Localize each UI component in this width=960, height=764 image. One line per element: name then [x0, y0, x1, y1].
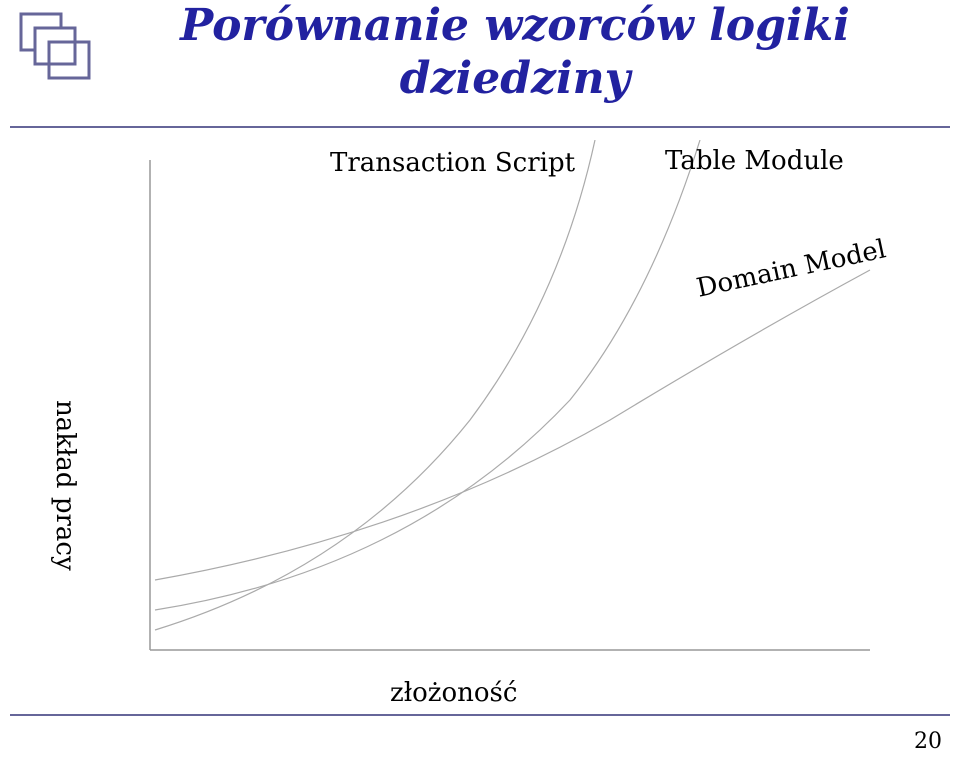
- page-number: 20: [914, 729, 942, 754]
- y-axis-label: nakład pracy: [50, 400, 80, 571]
- title-line1: Porównanie wzorców logiki: [180, 0, 850, 51]
- series-label-transaction-script: Transaction Script: [330, 148, 575, 178]
- title-line2: dziedziny: [100, 53, 930, 106]
- series-label-table-module: Table Module: [665, 146, 844, 176]
- logo-icon: [15, 8, 95, 90]
- chart: [110, 140, 890, 670]
- divider-top: [10, 126, 950, 128]
- divider-bottom: [10, 714, 950, 716]
- x-axis-label: złożoność: [390, 678, 517, 708]
- slide-title: Porównanie wzorców logiki dziedziny: [100, 0, 930, 106]
